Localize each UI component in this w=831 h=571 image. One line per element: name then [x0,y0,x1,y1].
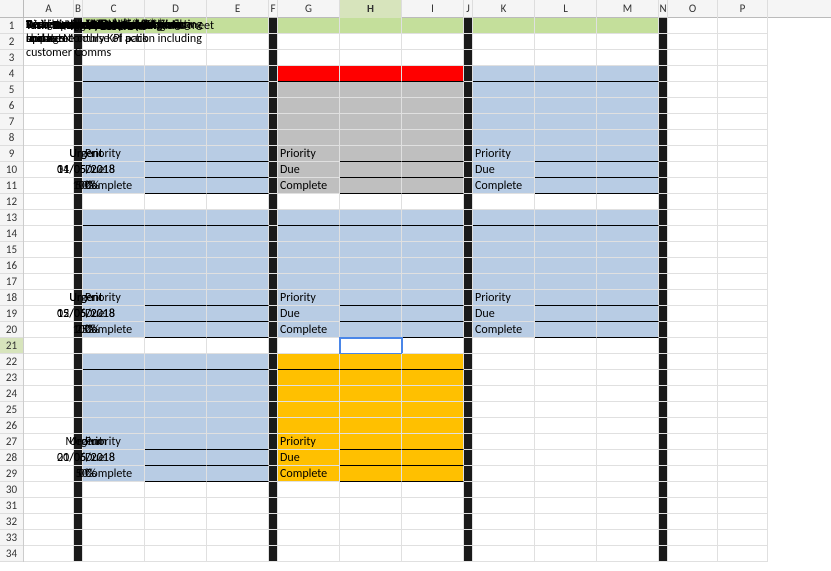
row-header-26[interactable]: 26 [0,418,23,434]
col-header-N[interactable]: N [659,0,668,18]
card-field-value: Urgent [24,290,148,306]
row-header-32[interactable]: 32 [0,514,23,530]
row-header-14[interactable]: 14 [0,226,23,242]
card-field-label: Due [473,162,535,178]
col-header-E[interactable]: E [207,0,269,18]
row-header-28[interactable]: 28 [0,450,23,466]
col-header-P[interactable]: P [718,0,768,18]
card-field-value: 01/05/2018 [24,162,148,178]
spreadsheet[interactable]: ABCDEFGHIJKLMNOP 12345678910111213141516… [0,0,831,571]
card-desc: Review part failure with Engineering and… [26,18,208,60]
col-header-F[interactable]: F [269,0,278,18]
active-cell[interactable] [340,338,402,354]
row-header-20[interactable]: 20 [0,322,23,338]
col-header-H[interactable]: H [340,0,402,18]
card-field-value: 100% [24,322,148,338]
card-field-label: Due [278,162,340,178]
card-field-value: Medium [24,434,148,450]
row-header-27[interactable]: 27 [0,434,23,450]
card-field-value: Urgent [24,146,148,162]
corner[interactable] [0,0,24,17]
row-header-11[interactable]: 11 [0,178,23,194]
col-header-A[interactable]: A [24,0,74,18]
row-header-12[interactable]: 12 [0,194,23,210]
row-header-17[interactable]: 17 [0,274,23,290]
card-field-label: Due [278,306,340,322]
col-header-K[interactable]: K [473,0,535,18]
row-header-18[interactable]: 18 [0,290,23,306]
card-field-label: Priority [278,290,340,306]
row-header-8[interactable]: 8 [0,130,23,146]
row-header-10[interactable]: 10 [0,162,23,178]
card-field-value: 02/05/2018 [24,306,148,322]
card-field-label: Complete [278,322,340,338]
row-headers: 1234567891011121314151617181920212223242… [0,18,24,562]
row-header-25[interactable]: 25 [0,402,23,418]
row-header-4[interactable]: 4 [0,66,23,82]
card-field-value: 50% [24,466,148,482]
row-header-1[interactable]: 1 [0,18,23,34]
card-field-label: Complete [473,178,535,194]
col-header-G[interactable]: G [278,0,340,18]
card-field-label: Complete [278,178,340,194]
col-header-I[interactable]: I [402,0,464,18]
row-header-23[interactable]: 23 [0,370,23,386]
card-field-label: Due [278,450,340,466]
card-field-label: Complete [473,322,535,338]
row-header-15[interactable]: 15 [0,242,23,258]
row-header-3[interactable]: 3 [0,50,23,66]
row-header-19[interactable]: 19 [0,306,23,322]
row-header-34[interactable]: 34 [0,546,23,562]
card-field-label: Complete [278,466,340,482]
row-header-16[interactable]: 16 [0,258,23,274]
row-header-31[interactable]: 31 [0,498,23,514]
row-header-5[interactable]: 5 [0,82,23,98]
row-header-33[interactable]: 33 [0,530,23,546]
card-field-label: Priority [473,290,535,306]
card-field-label: Priority [278,434,340,450]
card-field-value: 100% [24,178,148,194]
col-header-M[interactable]: M [597,0,659,18]
grid-area[interactable]: To-doIn Work **5**DoneTask: Write monthl… [24,18,831,562]
card-field-value: 20/05/2018 [24,450,148,466]
col-header-L[interactable]: L [535,0,597,18]
row-header-13[interactable]: 13 [0,210,23,226]
col-header-O[interactable]: O [668,0,718,18]
row-header-9[interactable]: 9 [0,146,23,162]
card-field-label: Due [473,306,535,322]
row-header-30[interactable]: 30 [0,482,23,498]
row-header-29[interactable]: 29 [0,466,23,482]
row-header-24[interactable]: 24 [0,386,23,402]
row-header-21[interactable]: 21 [0,338,23,354]
card-field-label: Priority [278,146,340,162]
col-header-J[interactable]: J [464,0,473,18]
card-field-label: Priority [473,146,535,162]
row-header-22[interactable]: 22 [0,354,23,370]
row-header-6[interactable]: 6 [0,98,23,114]
row-header-7[interactable]: 7 [0,114,23,130]
row-header-2[interactable]: 2 [0,34,23,50]
